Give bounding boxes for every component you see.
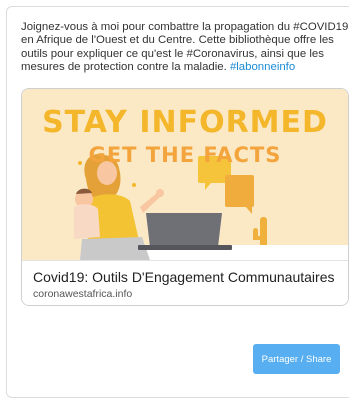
- preview-image: STAY INFORMED GET THE FACTS: [22, 89, 348, 260]
- preview-footer: Covid19: Outils D'Engagement Communautai…: [22, 260, 348, 305]
- share-button[interactable]: Partager / Share: [253, 344, 340, 374]
- chat-bubble-icon: [225, 175, 254, 214]
- post-message: Joignez-vous à moi pour combattre la pro…: [21, 21, 349, 74]
- preview-domain: coronawestafrica.info: [33, 288, 133, 300]
- laptop-icon: [138, 213, 232, 250]
- link-preview-card[interactable]: STAY INFORMED GET THE FACTS Covid19: Out…: [21, 88, 349, 306]
- post-text: Joignez-vous à moi pour combattre la pro…: [21, 21, 349, 75]
- image-headline: STAY INFORMED: [42, 105, 328, 140]
- image-subheadline: GET THE FACTS: [88, 143, 282, 167]
- preview-title[interactable]: Covid19: Outils D'Engagement Communautai…: [33, 269, 335, 285]
- hashtag-link[interactable]: #labonneinfo: [230, 61, 295, 73]
